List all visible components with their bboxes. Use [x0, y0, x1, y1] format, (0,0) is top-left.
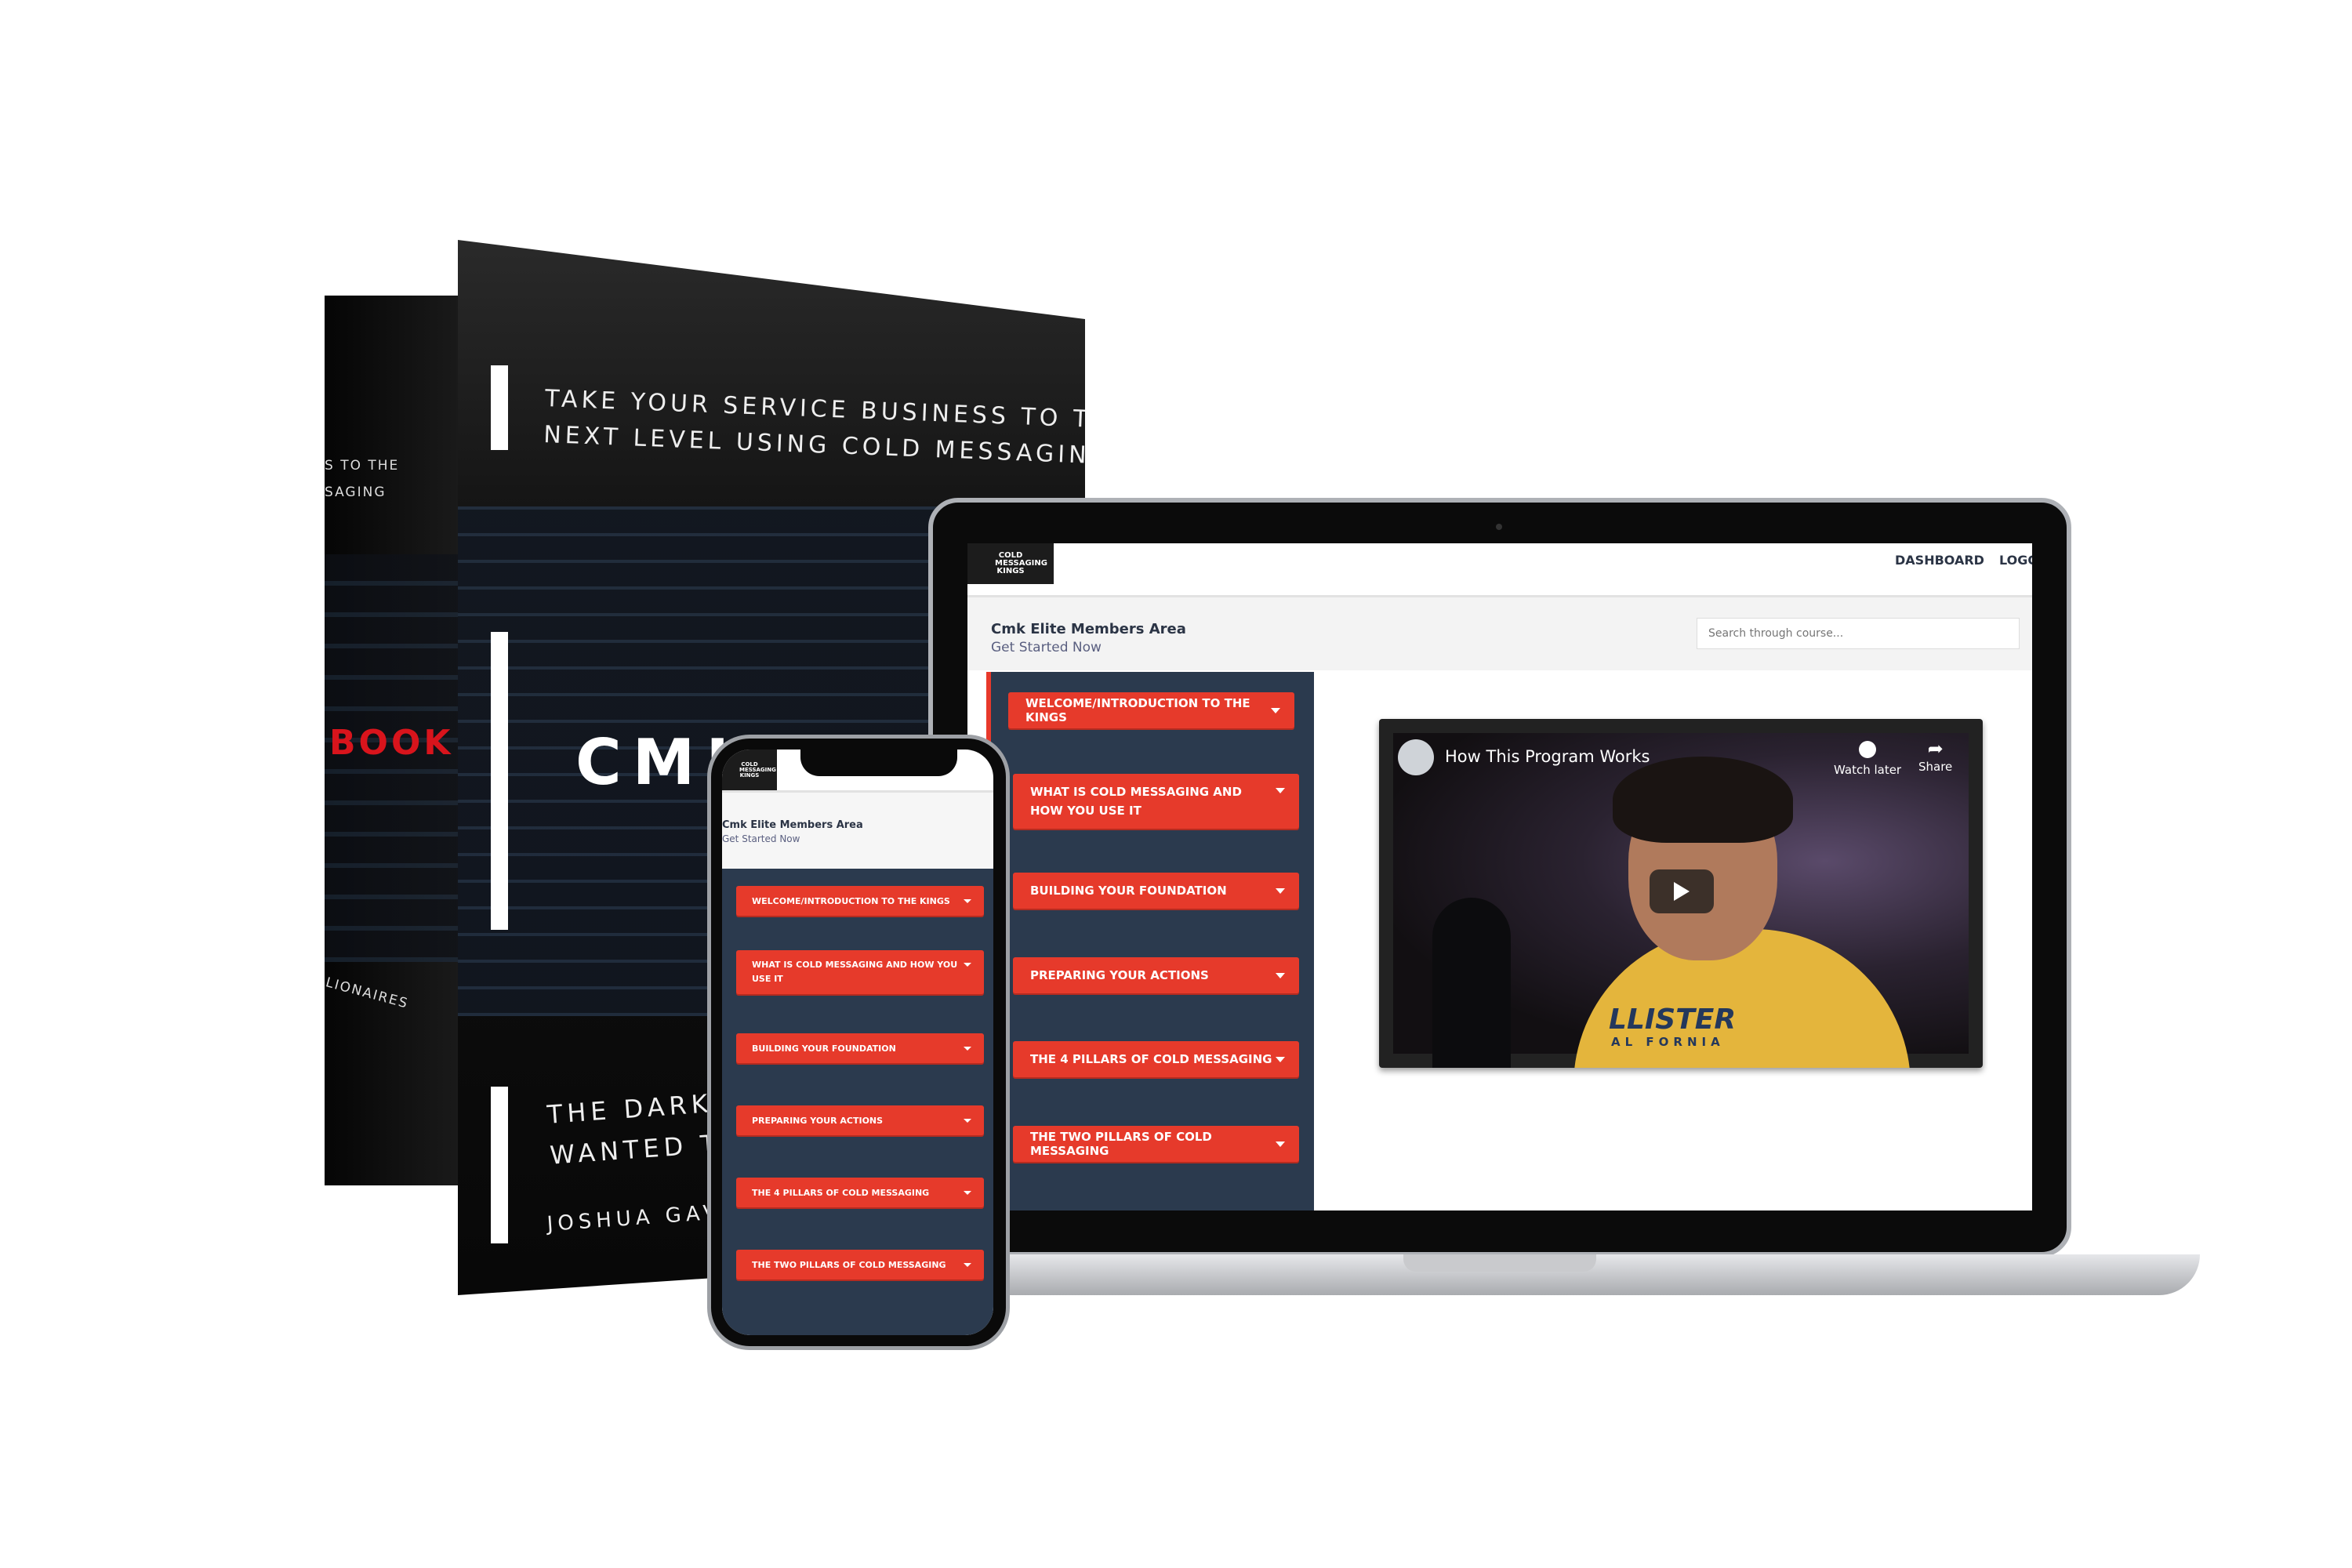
- microphone-shape: [1432, 898, 1511, 1068]
- channel-avatar[interactable]: [1398, 739, 1434, 775]
- site-logo[interactable]: COLD MESSAGING KINGS: [967, 543, 1054, 584]
- module-label: THE TWO PILLARS OF COLD MESSAGING: [752, 1259, 946, 1270]
- hair-shape: [1613, 757, 1793, 843]
- page-subtitle: Get Started Now: [991, 640, 1102, 655]
- caret-down-icon: [1276, 1141, 1285, 1147]
- caret-down-icon: [1271, 707, 1280, 713]
- search-input[interactable]: [1697, 618, 2020, 649]
- page-title: Cmk Elite Members Area: [722, 819, 863, 831]
- caret-down-icon: [1276, 887, 1285, 894]
- play-icon: [1674, 882, 1690, 901]
- caret-down-icon: [964, 1262, 971, 1267]
- title-bar: Cmk Elite Members Area Get Started Now: [722, 790, 993, 869]
- module-label: WELCOME/INTRODUCTION TO THE KINGS: [752, 895, 950, 906]
- white-bar: [491, 632, 508, 930]
- laptop-screen: COLD MESSAGING KINGS DASHBOARD LOGO Cmk …: [967, 543, 2032, 1210]
- module-sidebar: WELCOME/INTRODUCTION TO THE KINGS WHAT I…: [986, 672, 1314, 1210]
- share-button[interactable]: ➦ Share: [1918, 738, 1952, 774]
- module-label: THE 4 PILLARS OF COLD MESSAGING: [1030, 1052, 1272, 1066]
- white-bar: [491, 1087, 508, 1243]
- share-icon: ➦: [1927, 738, 1944, 760]
- side-top-text: S TO THE SAGING: [325, 452, 399, 506]
- module-building-foundation[interactable]: BUILDING YOUR FOUNDATION: [1013, 873, 1299, 909]
- nav-dashboard[interactable]: DASHBOARD: [1895, 553, 1984, 568]
- box-tagline: TAKE YOUR SERVICE BUSINESS TO THE NEXT L…: [543, 381, 1085, 476]
- module-sidebar: WELCOME/INTRODUCTION TO THE KINGS WHAT I…: [722, 869, 993, 1335]
- module-two-pillars[interactable]: THE TWO PILLARS OF COLD MESSAGING: [1013, 1126, 1299, 1162]
- module-two-pillars[interactable]: THE TWO PILLARS OF COLD MESSAGING: [736, 1250, 984, 1279]
- phone-notch: [800, 750, 957, 776]
- module-label: PREPARING YOUR ACTIONS: [1030, 968, 1209, 982]
- video-player[interactable]: LLISTER AL FORNIA How This Program Works…: [1379, 719, 1983, 1068]
- module-building-foundation[interactable]: BUILDING YOUR FOUNDATION: [736, 1033, 984, 1063]
- site-logo[interactable]: COLD MESSAGING KINGS: [722, 750, 777, 790]
- caret-down-icon: [964, 898, 971, 903]
- side-book-text: BOOK: [329, 723, 454, 763]
- title-bar: Cmk Elite Members Area Get Started Now: [967, 595, 2032, 670]
- module-what-is-cold-messaging[interactable]: WHAT IS COLD MESSAGING AND HOW YOU USE I…: [1013, 774, 1299, 829]
- phone-screen: COLD MESSAGING KINGS Cmk Elite Members A…: [722, 750, 993, 1335]
- side-bottom-text: LIONAIRES: [324, 975, 411, 1012]
- play-button[interactable]: [1650, 869, 1714, 913]
- module-4-pillars[interactable]: THE 4 PILLARS OF COLD MESSAGING: [1013, 1041, 1299, 1077]
- module-what-is-cold-messaging[interactable]: WHAT IS COLD MESSAGING AND HOW YOU USE I…: [736, 950, 984, 994]
- module-preparing-actions[interactable]: PREPARING YOUR ACTIONS: [1013, 957, 1299, 993]
- white-bar: [491, 365, 508, 450]
- module-label: WHAT IS COLD MESSAGING AND HOW YOU USE I…: [752, 960, 958, 984]
- module-label: WHAT IS COLD MESSAGING AND HOW YOU USE I…: [1030, 785, 1242, 818]
- caret-down-icon: [1276, 972, 1285, 978]
- module-4-pillars[interactable]: THE 4 PILLARS OF COLD MESSAGING: [736, 1178, 984, 1207]
- clock-icon: [1859, 741, 1877, 758]
- logo-text: COLD MESSAGING KINGS: [739, 760, 776, 779]
- side-line: S TO THE: [325, 458, 400, 474]
- caret-down-icon: [964, 1190, 971, 1195]
- page-subtitle: Get Started Now: [722, 833, 800, 844]
- camera-icon: [1496, 524, 1502, 530]
- module-label: BUILDING YOUR FOUNDATION: [1030, 884, 1227, 898]
- module-label: THE 4 PILLARS OF COLD MESSAGING: [752, 1187, 930, 1198]
- product-box-side: S TO THE SAGING BOOK LIONAIRES: [325, 296, 459, 1185]
- watch-later-label: Watch later: [1834, 763, 1902, 777]
- logo-text: COLD MESSAGING KINGS: [995, 551, 1047, 575]
- module-label: BUILDING YOUR FOUNDATION: [752, 1043, 896, 1054]
- module-preparing-actions[interactable]: PREPARING YOUR ACTIONS: [736, 1105, 984, 1135]
- module-label: WELCOME/INTRODUCTION TO THE KINGS: [1025, 696, 1250, 724]
- module-welcome[interactable]: WELCOME/INTRODUCTION TO THE KINGS: [736, 886, 984, 916]
- caret-down-icon: [964, 1118, 971, 1123]
- module-welcome[interactable]: WELCOME/INTRODUCTION TO THE KINGS: [1008, 692, 1294, 728]
- module-label: THE TWO PILLARS OF COLD MESSAGING: [1030, 1130, 1212, 1158]
- shirt-text: LLISTER: [1609, 1004, 1737, 1036]
- laptop-notch: [1403, 1254, 1596, 1272]
- watch-later-button[interactable]: Watch later: [1834, 741, 1901, 777]
- side-line: SAGING: [325, 485, 387, 500]
- page-title: Cmk Elite Members Area: [991, 621, 1186, 637]
- video-title[interactable]: How This Program Works: [1445, 747, 1650, 766]
- nav-logout[interactable]: LOGO: [1999, 553, 2032, 568]
- caret-down-icon: [964, 963, 971, 967]
- module-label: PREPARING YOUR ACTIONS: [752, 1115, 884, 1126]
- share-label: Share: [1918, 760, 1953, 774]
- caret-down-icon: [1276, 1056, 1285, 1062]
- caret-down-icon: [1276, 788, 1285, 793]
- caret-down-icon: [964, 1046, 971, 1051]
- shirt-subtext: AL FORNIA: [1611, 1035, 1725, 1049]
